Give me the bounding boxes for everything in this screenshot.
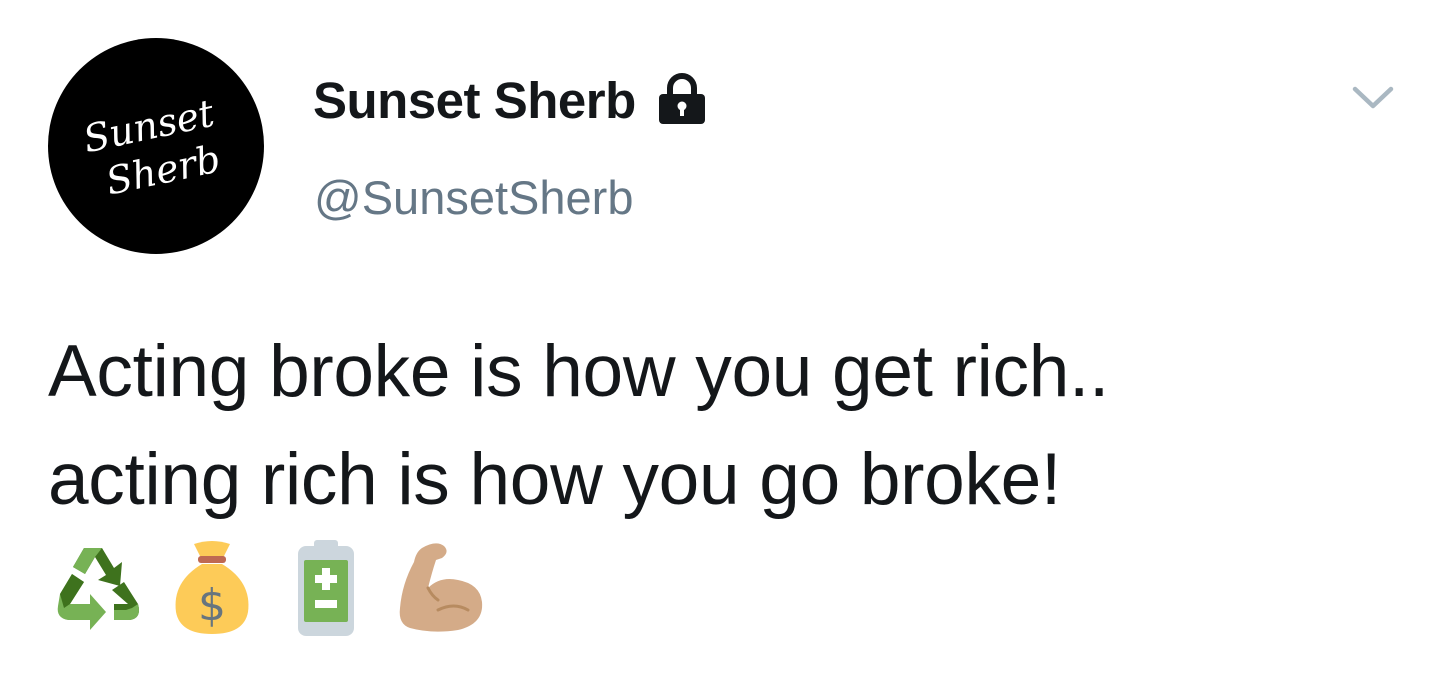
recycling-symbol-emoji	[50, 538, 146, 638]
avatar[interactable]: Sunset Sherb	[48, 38, 264, 254]
flexed-biceps-emoji	[392, 538, 488, 638]
author-name-row: Sunset Sherb	[313, 68, 708, 132]
display-name[interactable]: Sunset Sherb	[313, 71, 636, 130]
battery-emoji	[278, 538, 374, 638]
emoji-row: $	[50, 536, 488, 640]
sunset-sherb-logo: Sunset Sherb	[79, 91, 224, 204]
tweet-text: Acting broke is how you get rich.. actin…	[48, 318, 1388, 534]
author-handle[interactable]: @SunsetSherb	[314, 170, 633, 225]
chevron-down-icon[interactable]	[1350, 80, 1396, 116]
money-bag-emoji: $	[164, 538, 260, 638]
tweet-text-line: Acting broke is how you get rich..	[48, 331, 1109, 412]
lock-icon	[656, 70, 708, 126]
tweet: Sunset Sherb Sunset Sherb @SunsetSherb A…	[0, 0, 1440, 674]
svg-text:$: $	[198, 580, 226, 631]
tweet-text-line: acting rich is how you go broke!	[48, 439, 1061, 520]
